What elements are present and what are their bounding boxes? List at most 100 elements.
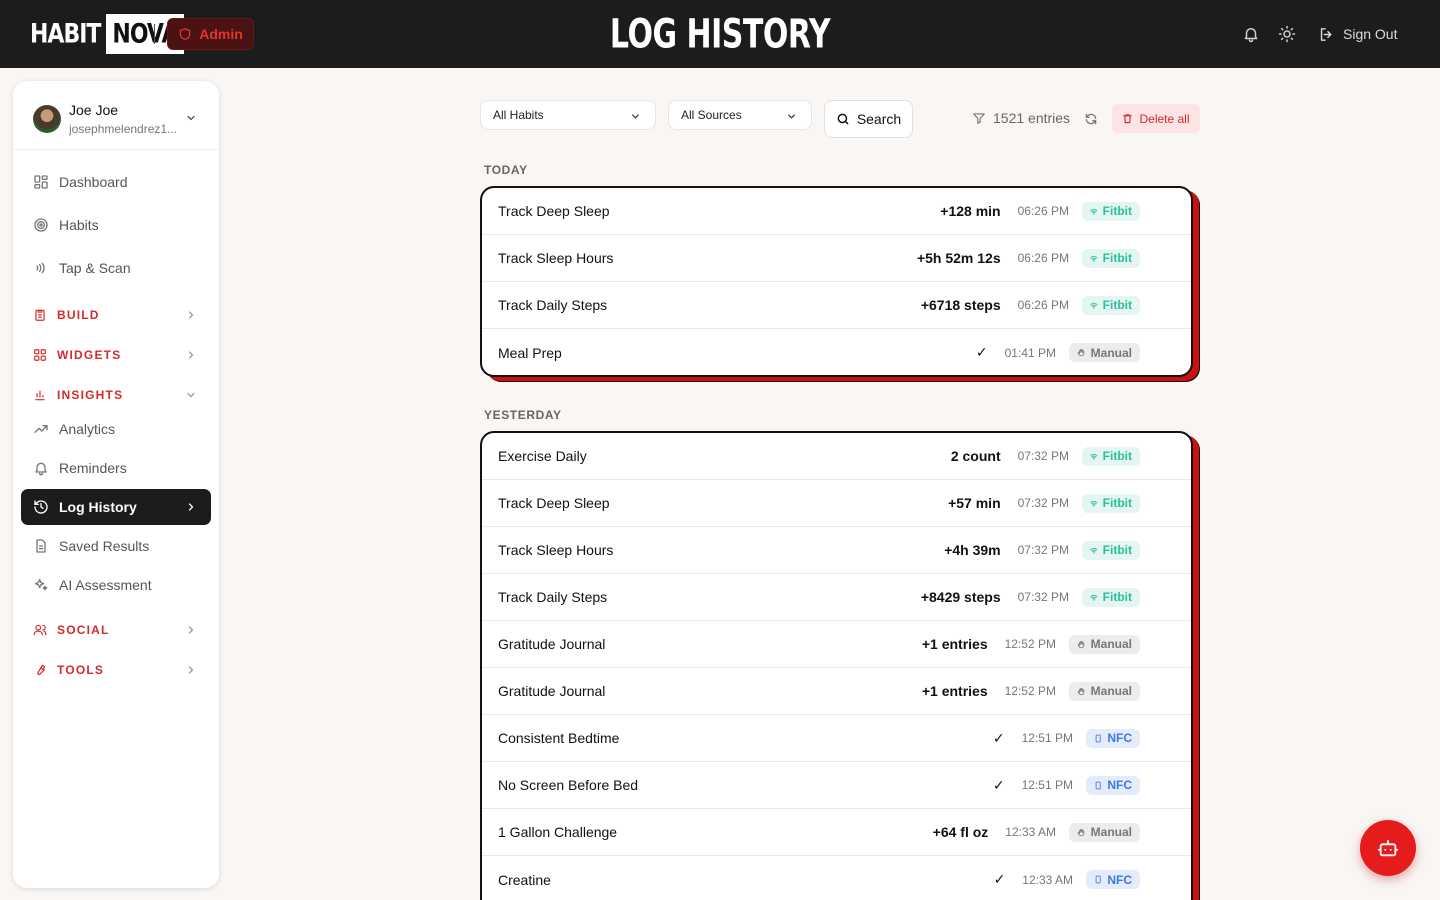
- log-habit-name: Consistent Bedtime: [498, 730, 620, 746]
- delete-all-label: Delete all: [1139, 111, 1190, 126]
- source-badge: Manual: [1069, 822, 1140, 842]
- log-row[interactable]: Track Sleep Hours +4h 39m 07:32 PM Fitbit: [482, 527, 1191, 574]
- source-badge: Fitbit: [1082, 493, 1140, 513]
- log-row[interactable]: Exercise Daily 2 count 07:32 PM Fitbit: [482, 433, 1191, 480]
- avatar: [33, 105, 61, 133]
- source-label: Fitbit: [1102, 298, 1132, 312]
- source-badge: NFC: [1086, 775, 1140, 795]
- sidebar-section-tools[interactable]: TOOLS: [21, 655, 211, 685]
- page-title: LOG HISTORY: [609, 10, 831, 58]
- sidebar-item-label: Analytics: [59, 421, 116, 437]
- widgets-icon: [34, 349, 46, 361]
- phone-icon: [1095, 734, 1101, 742]
- ai-assistant-button[interactable]: [1360, 820, 1416, 876]
- log-row[interactable]: Track Daily Steps +8429 steps 07:32 PM Fitb…: [482, 574, 1191, 621]
- log-row-meta: ✓ 12:51 PM NFC: [993, 775, 1140, 795]
- log-row[interactable]: Consistent Bedtime ✓ 12:51 PM NFC: [482, 715, 1191, 762]
- source-label: NFC: [1107, 731, 1132, 745]
- log-time: 12:51 PM: [1021, 731, 1073, 745]
- source-badge: Manual: [1069, 634, 1140, 654]
- log-row[interactable]: No Screen Before Bed ✓ 12:51 PM NFC: [482, 762, 1191, 809]
- log-row-meta: +128 min 06:26 PM Fitbit: [940, 201, 1140, 221]
- entries-count-text: 1521 entries: [993, 110, 1071, 126]
- log-group-today: Track Deep Sleep +128 min 06:26 PM Fitbit Tr…: [480, 186, 1193, 377]
- sidebar-item-habits[interactable]: Habits: [21, 207, 211, 243]
- hand-icon: [1077, 687, 1085, 695]
- bell-icon: [35, 462, 47, 476]
- sidebar-item-label: Dashboard: [59, 174, 128, 190]
- top-divider: [154, 24, 155, 44]
- log-row[interactable]: Gratitude Journal +1 entries 12:52 PM Manua…: [482, 668, 1191, 715]
- log-row[interactable]: Track Deep Sleep +57 min 07:32 PM Fitbit: [482, 480, 1191, 527]
- bell-icon[interactable]: [1242, 25, 1260, 43]
- log-habit-name: Gratitude Journal: [498, 636, 606, 652]
- chevron-right-icon: [188, 351, 194, 359]
- log-time: 12:33 AM: [1005, 825, 1056, 839]
- delete-all-button[interactable]: Delete all: [1112, 104, 1200, 133]
- log-row-meta: +5h 52m 12s 06:26 PM Fitbit: [917, 248, 1140, 268]
- sidebar-item-analytics[interactable]: Analytics: [21, 411, 211, 447]
- group-label-today: TODAY: [484, 163, 528, 177]
- log-row[interactable]: Track Sleep Hours +5h 52m 12s 06:26 PM Fitb…: [482, 235, 1191, 282]
- search-button[interactable]: Search: [824, 100, 913, 138]
- sidebar-item-saved-results[interactable]: Saved Results: [21, 528, 211, 564]
- log-row[interactable]: Meal Prep ✓ 01:41 PM Manual: [482, 329, 1191, 375]
- sun-icon[interactable]: [1278, 25, 1296, 43]
- log-row[interactable]: Track Deep Sleep +128 min 06:26 PM Fitbit: [482, 188, 1191, 235]
- log-row-meta: +8429 steps 07:32 PM Fitbit: [920, 587, 1140, 607]
- sidebar-item-dashboard[interactable]: Dashboard: [21, 164, 211, 200]
- sign-out-button[interactable]: Sign Out: [1318, 22, 1397, 46]
- user-menu[interactable]: Joe Joe josephmelendrez1...: [13, 81, 219, 150]
- log-value: +8429 steps: [920, 589, 1001, 605]
- sidebar-item-ai-assessment[interactable]: AI Assessment: [21, 567, 211, 603]
- sidebar-item-log-history[interactable]: Log History: [21, 489, 211, 525]
- source-badge: Manual: [1069, 681, 1140, 701]
- log-habit-name: Track Sleep Hours: [498, 542, 614, 558]
- sidebar-section-insights[interactable]: INSIGHTS: [21, 380, 211, 410]
- trash-icon: [1123, 114, 1133, 124]
- source-label: Fitbit: [1102, 251, 1132, 265]
- source-label: NFC: [1107, 778, 1132, 792]
- log-time: 12:52 PM: [1004, 637, 1056, 651]
- source-select[interactable]: All Sources: [668, 100, 812, 130]
- log-time: 06:26 PM: [1017, 204, 1069, 218]
- source-label: Fitbit: [1102, 449, 1132, 463]
- sidebar-item-reminders[interactable]: Reminders: [21, 450, 211, 486]
- habit-select[interactable]: All Habits: [480, 100, 656, 130]
- log-time: 07:32 PM: [1017, 449, 1069, 463]
- refresh-icon[interactable]: [1084, 112, 1098, 126]
- log-row[interactable]: 1 Gallon Challenge +64 fl oz 12:33 AM Manua…: [482, 809, 1191, 856]
- hand-icon: [1077, 640, 1085, 648]
- source-badge: Manual: [1069, 343, 1140, 362]
- log-row-meta: ✓ 01:41 PM Manual: [976, 343, 1140, 362]
- sidebar-section-widgets[interactable]: WIDGETS: [21, 340, 211, 370]
- log-row[interactable]: Gratitude Journal +1 entries 12:52 PM Manua…: [482, 621, 1191, 668]
- search-label: Search: [856, 111, 902, 127]
- sidebar-item-label: Log History: [59, 499, 137, 515]
- sidebar-section-label: TOOLS: [57, 663, 105, 677]
- log-value: +1 entries: [921, 683, 988, 699]
- sidebar-section-label: WIDGETS: [57, 348, 122, 362]
- chevron-right-icon: [188, 666, 194, 674]
- phone-icon: [1095, 781, 1101, 789]
- source-label: NFC: [1107, 872, 1132, 887]
- document-icon: [36, 539, 46, 553]
- clipboard-icon: [35, 309, 45, 321]
- sidebar-section-label: INSIGHTS: [57, 388, 124, 402]
- sidebar-item-label: Reminders: [59, 460, 127, 476]
- wifi-icon: [1090, 453, 1098, 460]
- log-time: 06:26 PM: [1017, 251, 1069, 265]
- sidebar-section-build[interactable]: BUILD: [21, 300, 211, 330]
- phone-icon: [1095, 875, 1101, 884]
- log-row[interactable]: Track Daily Steps +6718 steps 06:26 PM Fitb…: [482, 282, 1191, 329]
- sidebar-item-tap-scan[interactable]: Tap & Scan: [21, 250, 211, 286]
- history-icon: [34, 500, 48, 514]
- sidebar-section-social[interactable]: SOCIAL: [21, 615, 211, 645]
- users-icon: [33, 624, 47, 636]
- admin-button[interactable]: Admin: [167, 18, 254, 50]
- logo[interactable]: HABIT NOVA: [30, 14, 184, 54]
- log-row[interactable]: Creatine ✓ 12:33 AM NFC: [482, 856, 1191, 900]
- log-habit-name: Track Daily Steps: [498, 297, 608, 313]
- log-row-meta: +57 min 07:32 PM Fitbit: [948, 493, 1140, 513]
- log-habit-name: Track Daily Steps: [498, 589, 608, 605]
